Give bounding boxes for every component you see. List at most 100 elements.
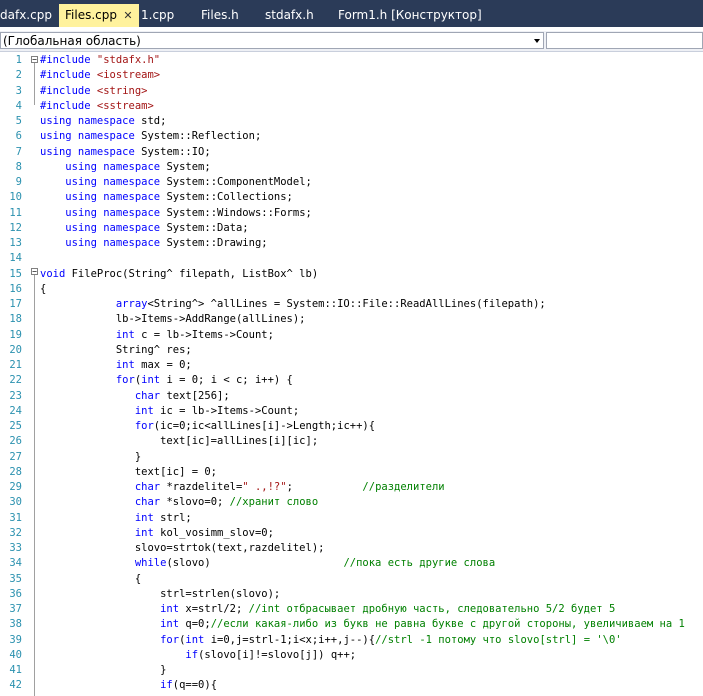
code-line[interactable]: 37 int x=strl/2; //int отбрасывает дробн… xyxy=(0,602,703,617)
code-token: q=0; xyxy=(185,618,211,631)
code-line[interactable]: 26 text[ic]=allLines[i][ic]; xyxy=(0,434,703,449)
code-line[interactable]: 11 using namespace System::Windows::Form… xyxy=(0,206,703,221)
tab-stdafx-h[interactable]: stdafx.h xyxy=(265,5,314,25)
code-line[interactable]: 10 using namespace System::Collections; xyxy=(0,190,703,205)
line-number: 32 xyxy=(9,526,22,539)
code-text: strl=strlen(slovo); xyxy=(40,587,280,602)
line-number: 33 xyxy=(9,542,22,554)
code-line[interactable]: 12 using namespace System::Data; xyxy=(0,221,703,236)
code-line[interactable]: 7 using namespace System::IO; xyxy=(0,145,703,160)
code-line[interactable]: 42 if(q==0){ xyxy=(0,678,703,693)
chevron-down-icon[interactable] xyxy=(534,39,540,43)
code-line[interactable]: 33 slovo=strtok(text,razdelitel); xyxy=(0,541,703,556)
code-line[interactable]: 6 using namespace System::Reflection; xyxy=(0,129,703,144)
tab-files-h[interactable]: Files.h xyxy=(201,5,239,25)
code-line[interactable]: 14 xyxy=(0,251,703,266)
code-token: System::Drawing; xyxy=(166,237,268,249)
code-line[interactable]: 5 using namespace std; xyxy=(0,114,703,129)
code-text: lb->Items->AddRange(allLines); xyxy=(40,312,306,327)
code-line[interactable]: 18 lb->Items->AddRange(allLines); xyxy=(0,312,703,327)
code-line[interactable]: 36 strl=strlen(slovo); xyxy=(0,587,703,602)
code-line[interactable]: 30 char *slovo=0; //хранит слово xyxy=(0,495,703,510)
tab-stdafx-cpp[interactable]: dafx.cpp xyxy=(0,5,52,25)
line-number: 6 xyxy=(15,130,22,143)
code-line[interactable]: 24 int ic = lb->Items->Count; xyxy=(0,404,703,419)
code-line[interactable]: 2 #include <iostream> xyxy=(0,68,703,83)
code-line[interactable]: 23 char text[256]; xyxy=(0,389,703,404)
code-line[interactable]: 38 int q=0;//если какая-либо из букв не … xyxy=(0,617,703,632)
code-line[interactable]: 17 array<String^> ^allLines = System::IO… xyxy=(0,297,703,312)
code-line[interactable]: 28 text[ic] = 0; xyxy=(0,465,703,480)
code-line[interactable]: 3 #include <string> xyxy=(0,84,703,99)
keyword-token: using namespace xyxy=(65,160,167,173)
line-number: 19 xyxy=(9,328,22,341)
tab-label: stdafx.h xyxy=(265,8,314,22)
code-line[interactable]: 19 int c = lb->Items->Count; xyxy=(0,328,703,343)
code-token: *razdelitel= xyxy=(166,481,243,493)
code-line[interactable]: 34 while(slovo) //пока есть другие слова xyxy=(0,556,703,571)
code-line[interactable]: 8 using namespace System; xyxy=(0,160,703,175)
string-token: <sstream> xyxy=(96,99,154,112)
close-icon[interactable]: ✕ xyxy=(121,4,135,27)
code-text: int kol_vosimm_slov=0; xyxy=(40,526,274,541)
code-line[interactable]: 25 for(ic=0;ic<allLines[i]->Length;ic++)… xyxy=(0,419,703,434)
line-number: 35 xyxy=(9,572,22,585)
keyword-token: using namespace xyxy=(40,145,142,158)
code-line[interactable]: 32 int kol_vosimm_slov=0; xyxy=(0,526,703,541)
code-line[interactable]: 39 for(int i=0,j=strl-1;i<x;i++,j--){//s… xyxy=(0,633,703,648)
code-line[interactable]: 15 void FileProc(String^ filepath, ListBo… xyxy=(0,267,703,282)
member-dropdown[interactable] xyxy=(546,32,703,49)
tab-form1-h-designer[interactable]: Form1.h [Конструктор] xyxy=(338,5,482,25)
line-number: 23 xyxy=(9,389,22,402)
code-token: slovo=strtok(text,razdelitel); xyxy=(40,542,325,554)
code-line[interactable]: 22 for(int i = 0; i < c; i++) { xyxy=(0,373,703,388)
scope-dropdown[interactable]: (Глобальная область) xyxy=(0,32,544,49)
code-line[interactable]: 20 String^ res; xyxy=(0,343,703,358)
code-editor[interactable]: − − 1 #include "stdafx.h" 2 #include <iostr… xyxy=(0,52,703,696)
code-token: x=strl/2; xyxy=(185,603,249,615)
code-line[interactable]: 35 { xyxy=(0,572,703,587)
code-line[interactable]: 1 #include "stdafx.h" xyxy=(0,53,703,68)
line-number: 18 xyxy=(9,313,22,326)
code-text: while(slovo) //пока есть другие слова xyxy=(40,556,495,571)
tab-files-cpp[interactable]: Files.cpp ✕ xyxy=(59,4,139,27)
line-number: 21 xyxy=(9,359,22,371)
code-line[interactable]: 40 if(slovo[i]!=slovo[j]) q++; xyxy=(0,648,703,663)
string-token: <string> xyxy=(96,84,148,97)
code-text: { xyxy=(40,282,46,297)
code-text: char *razdelitel=" .,!?"; //разделители xyxy=(40,480,445,495)
code-line[interactable]: 21 int max = 0; xyxy=(0,358,703,373)
code-line[interactable]: 16 { xyxy=(0,282,703,297)
code-line[interactable]: 27 } xyxy=(0,450,703,465)
code-token: System::ComponentModel; xyxy=(166,176,312,188)
code-text: for(int i = 0; i < c; i++) { xyxy=(40,373,293,388)
preprocessor-token: #include xyxy=(40,69,97,82)
code-line[interactable]: 4 #include <sstream> xyxy=(0,99,703,114)
code-line[interactable]: 13 using namespace System::Drawing; xyxy=(0,236,703,251)
line-number: 28 xyxy=(9,465,22,478)
line-number: 15 xyxy=(9,267,22,280)
code-text: for(ic=0;ic<allLines[i]->Length;ic++){ xyxy=(40,419,375,434)
preprocessor-token: #include xyxy=(40,84,97,97)
code-text: using namespace System; xyxy=(40,160,210,175)
code-token: ; xyxy=(286,481,363,493)
tab-1-cpp[interactable]: 1.cpp xyxy=(141,5,174,25)
code-token: c = lb->Items->Count; xyxy=(141,328,274,341)
code-text: text[ic]=allLines[i][ic]; xyxy=(40,434,318,449)
code-line[interactable]: 41 } xyxy=(0,663,703,678)
line-number: 41 xyxy=(9,664,22,676)
code-token: System::Data; xyxy=(166,221,249,234)
code-line[interactable]: 29 char *razdelitel=" .,!?"; //разделите… xyxy=(0,480,703,495)
preprocessor-token: #include xyxy=(40,99,97,112)
code-line[interactable]: 9 using namespace System::ComponentModel… xyxy=(0,175,703,190)
code-token: (slovo[i]!=slovo[j]) q++; xyxy=(198,648,357,661)
code-line[interactable]: 31 int strl; xyxy=(0,511,703,526)
line-number: 20 xyxy=(9,343,22,356)
